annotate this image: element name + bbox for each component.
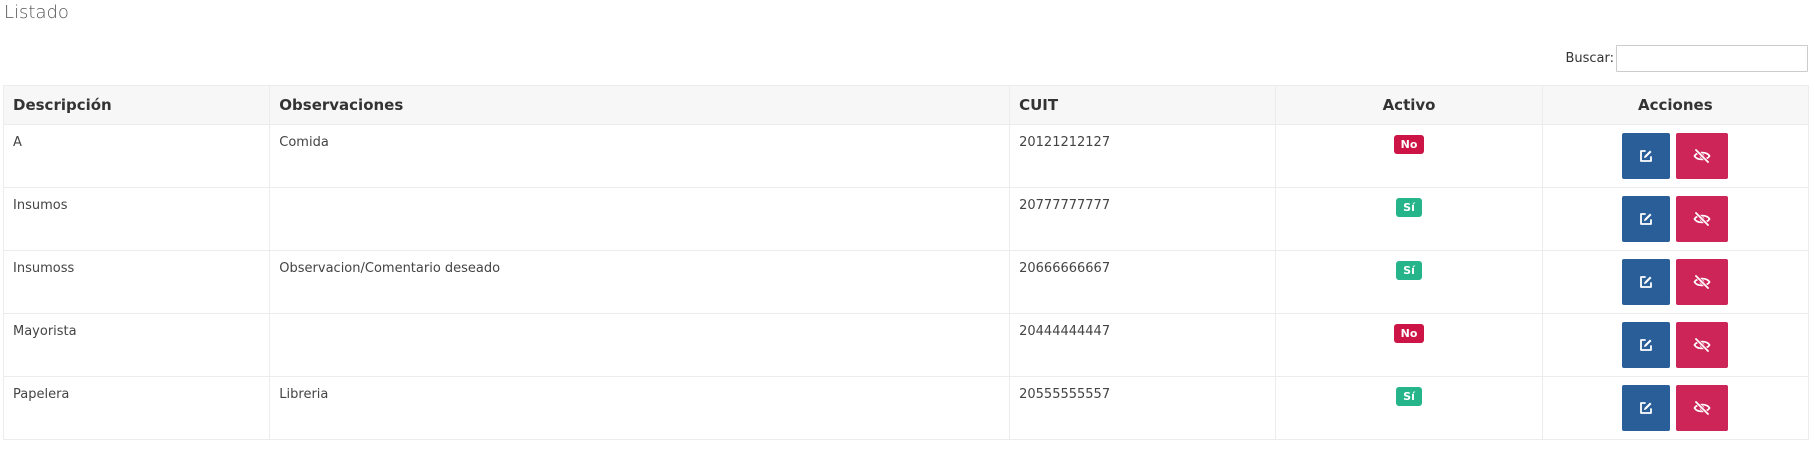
edit-button[interactable] — [1622, 259, 1671, 305]
cell-descripcion: Insumoss — [2, 250, 271, 314]
column-header-cuit[interactable]: CUIT — [1009, 85, 1277, 125]
deactivate-button[interactable] — [1676, 133, 1729, 179]
status-badge: Sí — [1396, 387, 1422, 406]
status-badge: No — [1393, 135, 1425, 154]
cell-observaciones: Libreria — [269, 376, 1011, 440]
search-label: Buscar: — [1565, 51, 1614, 66]
table-row: Insumos 20777777777 Sí — [2, 187, 1810, 251]
table-row: Mayorista 20444444447 No — [2, 313, 1810, 377]
cell-activo: Sí — [1275, 376, 1543, 440]
eye-slash-icon — [1693, 212, 1711, 226]
cell-cuit: 20666666667 — [1009, 250, 1277, 314]
cell-observaciones: Comida — [269, 124, 1011, 188]
edit-button[interactable] — [1622, 322, 1671, 368]
cell-observaciones: Observacion/Comentario deseado — [269, 250, 1011, 314]
cell-activo: Sí — [1275, 250, 1543, 314]
cell-descripcion: Mayorista — [2, 313, 271, 377]
edit-icon — [1639, 401, 1653, 415]
column-header-acciones: Acciones — [1541, 85, 1810, 125]
page-title: Listado — [4, 2, 69, 23]
edit-button[interactable] — [1622, 196, 1671, 242]
status-badge: Sí — [1396, 198, 1422, 217]
table-body: A Comida 20121212127 No Insumos 20777777… — [2, 124, 1810, 440]
status-badge: Sí — [1396, 261, 1422, 280]
edit-button[interactable] — [1622, 385, 1671, 431]
cell-activo: No — [1275, 313, 1543, 377]
deactivate-button[interactable] — [1676, 196, 1729, 242]
deactivate-button[interactable] — [1676, 322, 1729, 368]
cell-activo: No — [1275, 124, 1543, 188]
edit-icon — [1639, 149, 1653, 163]
status-badge: No — [1393, 324, 1425, 343]
cell-acciones — [1541, 187, 1810, 251]
table-row: A Comida 20121212127 No — [2, 124, 1810, 188]
cell-descripcion: Papelera — [2, 376, 271, 440]
eye-slash-icon — [1693, 149, 1711, 163]
column-header-activo[interactable]: Activo — [1275, 85, 1543, 125]
table-row: Insumoss Observacion/Comentario deseado … — [2, 250, 1810, 314]
table-header-row: Descripción Observaciones CUIT Activo Ac… — [2, 85, 1810, 125]
column-header-descripcion[interactable]: Descripción — [2, 85, 271, 125]
eye-slash-icon — [1693, 338, 1711, 352]
cell-descripcion: A — [2, 124, 271, 188]
cell-cuit: 20777777777 — [1009, 187, 1277, 251]
cell-acciones — [1541, 124, 1810, 188]
cell-observaciones — [269, 313, 1011, 377]
table-row: Papelera Libreria 20555555557 Sí — [2, 376, 1810, 440]
cell-acciones — [1541, 376, 1810, 440]
cell-observaciones — [269, 187, 1011, 251]
eye-slash-icon — [1693, 275, 1711, 289]
column-header-observaciones[interactable]: Observaciones — [269, 85, 1011, 125]
cell-cuit: 20555555557 — [1009, 376, 1277, 440]
eye-slash-icon — [1693, 401, 1711, 415]
cell-acciones — [1541, 250, 1810, 314]
edit-button[interactable] — [1622, 133, 1671, 179]
cell-cuit: 20121212127 — [1009, 124, 1277, 188]
edit-icon — [1639, 338, 1653, 352]
cell-descripcion: Insumos — [2, 187, 271, 251]
search-input[interactable] — [1616, 45, 1808, 72]
deactivate-button[interactable] — [1676, 259, 1729, 305]
suppliers-table: Descripción Observaciones CUIT Activo Ac… — [2, 85, 1810, 440]
search-bar: Buscar: — [1565, 45, 1808, 72]
cell-activo: Sí — [1275, 187, 1543, 251]
edit-icon — [1639, 212, 1653, 226]
cell-acciones — [1541, 313, 1810, 377]
edit-icon — [1639, 275, 1653, 289]
cell-cuit: 20444444447 — [1009, 313, 1277, 377]
deactivate-button[interactable] — [1676, 385, 1729, 431]
